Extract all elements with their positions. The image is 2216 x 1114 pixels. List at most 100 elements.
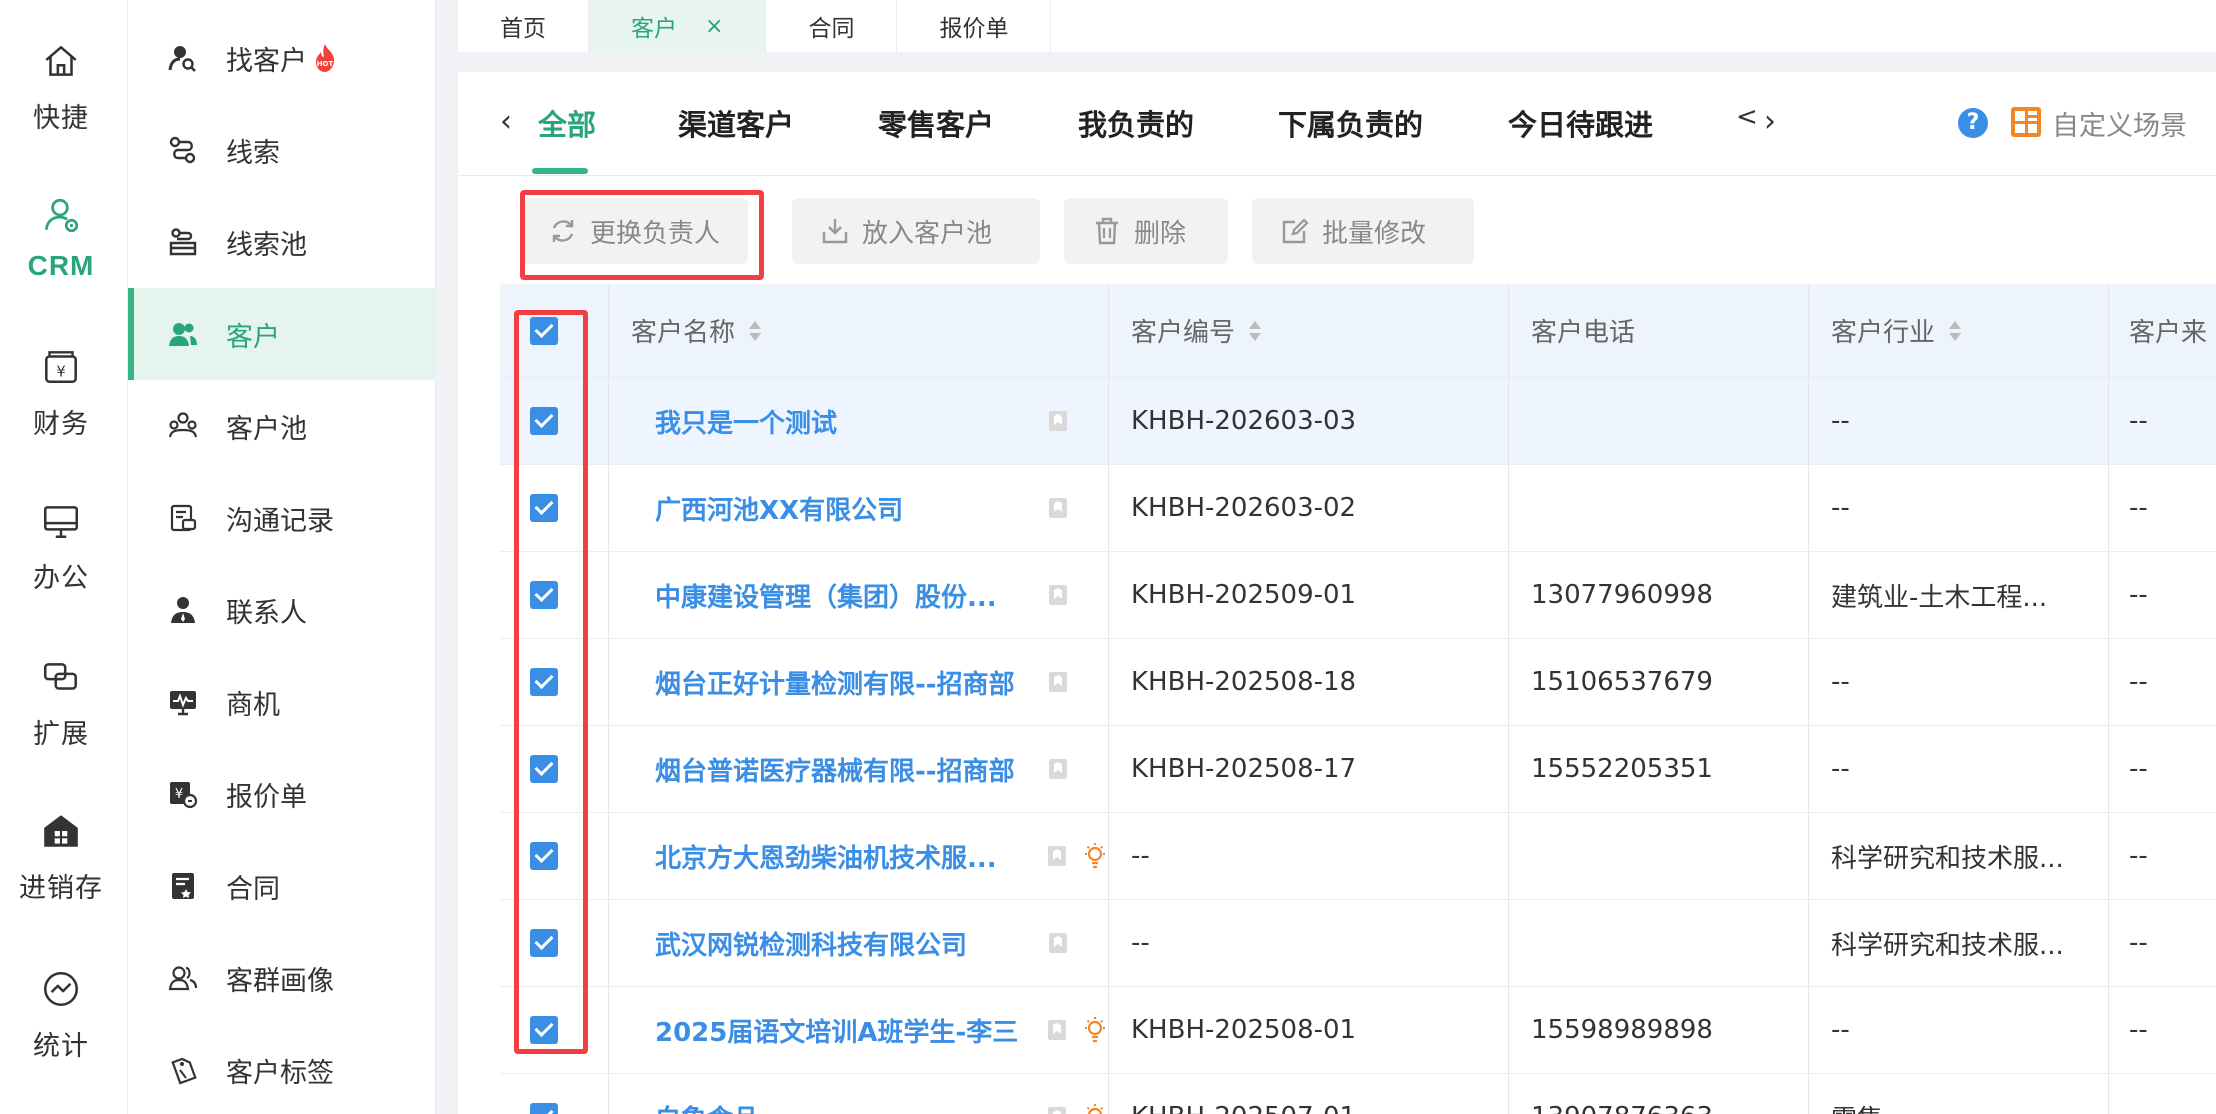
rail-item-extension[interactable]: 扩展 (0, 656, 122, 751)
rail-item-finance[interactable]: ¥ 财务 (0, 346, 122, 441)
lead-icon (169, 136, 196, 164)
bookmark-icon[interactable] (1047, 931, 1069, 955)
statistics-icon (43, 971, 79, 1007)
rail-item-office[interactable]: 办公 (0, 500, 122, 595)
customer-name-cell: 白象食品 (608, 1074, 1108, 1114)
lightbulb-icon[interactable] (1082, 1015, 1108, 1045)
subnav-item-find-customer[interactable]: 找客户 HOT (128, 12, 436, 104)
help-icon[interactable]: ? (1958, 108, 1988, 138)
scene-next-arrow-icon[interactable]: › (1764, 104, 1776, 139)
scene-retail-customers[interactable]: 零售客户 (878, 102, 994, 144)
sort-icon[interactable] (747, 318, 763, 344)
bookmark-icon[interactable] (1047, 583, 1069, 607)
sort-icon[interactable] (1247, 318, 1263, 344)
row-checkbox[interactable] (530, 407, 558, 435)
table-row[interactable]: 武汉网锐检测科技有限公司 -- 科学研究和技术服... -- (500, 900, 2216, 987)
batch-edit-button[interactable]: 批量修改 (1252, 198, 1474, 264)
table-row[interactable]: 我只是一个测试 KHBH-202603-03 -- -- (500, 378, 2216, 465)
customer-industry-cell: 零售 (1808, 1074, 2108, 1114)
rail-item-crm[interactable]: CRM (0, 194, 122, 282)
column-header-customer-name[interactable]: 客户名称 (608, 284, 1108, 377)
customer-source-cell: -- (2108, 552, 2216, 638)
subnav-item-customer-profile[interactable]: 客群画像 (128, 932, 436, 1024)
customer-name-link[interactable]: 白象食品 (655, 1099, 1042, 1114)
bookmark-icon[interactable] (1047, 757, 1069, 781)
customer-name-link[interactable]: 中康建设管理（集团）股份... (655, 577, 1043, 614)
module-rail: 快捷 CRM ¥ 财务 办公 扩展 进销存 统计 (0, 0, 128, 1114)
lightbulb-icon[interactable] (1082, 1102, 1108, 1114)
customer-name-link[interactable]: 烟台正好计量检测有限--招商部 (655, 664, 1043, 701)
select-all-checkbox[interactable] (530, 316, 558, 345)
subnav-item-customer[interactable]: 客户 (128, 288, 436, 380)
tab-quotation[interactable]: 报价单 (897, 0, 1052, 52)
opportunity-icon (170, 691, 196, 716)
row-checkbox[interactable] (530, 494, 558, 522)
table-row[interactable]: 2025届语文培训A班学生-李三 KHBH-202508-01 1559898989… (500, 987, 2216, 1074)
close-icon[interactable]: × (705, 14, 723, 39)
row-checkbox[interactable] (530, 929, 558, 957)
row-select-cell (500, 1074, 608, 1114)
table-row[interactable]: 北京方大恩劲柴油机技术服... -- 科学研究和技术服... -- (500, 813, 2216, 900)
customer-name-link[interactable]: 烟台普诺医疗器械有限--招商部 (655, 751, 1043, 788)
scene-follow-up-today[interactable]: 今日待跟进 (1508, 102, 1653, 144)
scene-subordinate-responsible[interactable]: 下属负责的 (1278, 102, 1423, 144)
bookmark-icon[interactable] (1047, 409, 1069, 433)
row-checkbox[interactable] (530, 668, 558, 696)
customer-name-link[interactable]: 武汉网锐检测科技有限公司 (655, 925, 1043, 962)
customer-pool-icon (168, 412, 198, 438)
column-header-customer-code[interactable]: 客户编号 (1108, 284, 1508, 377)
subnav-item-communication-records[interactable]: 沟通记录 (128, 472, 436, 564)
table-row[interactable]: 中康建设管理（集团）股份... KHBH-202509-01 13077960998… (500, 552, 2216, 639)
tab-customer[interactable]: 客户 × (589, 0, 767, 52)
download-tray-icon (822, 219, 848, 244)
sort-icon[interactable] (1947, 318, 1963, 344)
scene-channel-customers[interactable]: 渠道客户 (678, 102, 794, 144)
rail-label: 办公 (33, 563, 89, 594)
bookmark-icon[interactable] (1047, 670, 1069, 694)
move-to-customer-pool-button[interactable]: 放入客户池 (792, 198, 1040, 264)
subnav-item-customer-tags[interactable]: 客户标签 (128, 1024, 436, 1114)
table-row[interactable]: 烟台普诺医疗器械有限--招商部 KHBH-202508-17 15552205351… (500, 726, 2216, 813)
table-row[interactable]: 烟台正好计量检测有限--招商部 KHBH-202508-18 15106537679… (500, 639, 2216, 726)
bookmark-icon[interactable] (1047, 496, 1069, 520)
subnav-item-leads[interactable]: 线索 (128, 104, 436, 196)
tab-home[interactable]: 首页 (458, 0, 589, 52)
rail-item-statistics[interactable]: 统计 (0, 968, 122, 1063)
customer-source-cell: -- (2108, 639, 2216, 725)
custom-scene-icon[interactable] (2010, 106, 2042, 138)
customer-name-link[interactable]: 北京方大恩劲柴油机技术服... (655, 838, 1042, 875)
row-checkbox[interactable] (530, 842, 558, 870)
rail-item-shortcut[interactable]: 快捷 (0, 40, 122, 135)
customer-name-link[interactable]: 我只是一个测试 (655, 403, 1043, 440)
table-row[interactable]: 白象食品 KHBH-202507-0113907876363零售-- (500, 1074, 2216, 1114)
delete-button[interactable]: 删除 (1064, 198, 1228, 264)
subnav-item-contacts[interactable]: 联系人 (128, 564, 436, 656)
column-header-customer-industry[interactable]: 客户行业 (1808, 284, 2108, 377)
bookmark-icon[interactable] (1046, 1105, 1068, 1114)
bookmark-icon[interactable] (1046, 1018, 1068, 1042)
change-owner-button[interactable]: 更换负责人 (520, 198, 749, 264)
customer-name-link[interactable]: 2025届语文培训A班学生-李三 (655, 1012, 1042, 1049)
bookmark-icon[interactable] (1046, 844, 1068, 868)
row-checkbox[interactable] (530, 1103, 558, 1114)
subnav-item-lead-pool[interactable]: 线索池 (128, 196, 436, 288)
customer-name-link[interactable]: 广西河池XX有限公司 (655, 490, 1043, 527)
scene-prev-arrow-icon[interactable]: ‹ (500, 104, 512, 139)
customer-industry-cell: -- (1808, 987, 2108, 1073)
tab-contract[interactable]: 合同 (766, 0, 898, 52)
subnav-item-quotations[interactable]: ¥ 报价单 (128, 748, 436, 840)
scene-my-responsible[interactable]: 我负责的 (1078, 102, 1194, 144)
custom-scene-button[interactable]: 自定义场景 (2052, 104, 2187, 143)
subnav-label: 沟通记录 (226, 505, 334, 537)
subnav-item-contracts[interactable]: 合同 (128, 840, 436, 932)
customer-phone-cell (1508, 900, 1808, 986)
rail-item-inventory[interactable]: 进销存 (0, 810, 122, 905)
subnav-item-customer-pool[interactable]: 客户池 (128, 380, 436, 472)
scene-all[interactable]: 全部 (538, 102, 596, 144)
row-checkbox[interactable] (530, 581, 558, 609)
row-checkbox[interactable] (530, 1016, 558, 1044)
subnav-item-opportunities[interactable]: 商机 (128, 656, 436, 748)
table-row[interactable]: 广西河池XX有限公司 KHBH-202603-02 -- -- (500, 465, 2216, 552)
lightbulb-icon[interactable] (1082, 841, 1108, 871)
row-checkbox[interactable] (530, 755, 558, 783)
